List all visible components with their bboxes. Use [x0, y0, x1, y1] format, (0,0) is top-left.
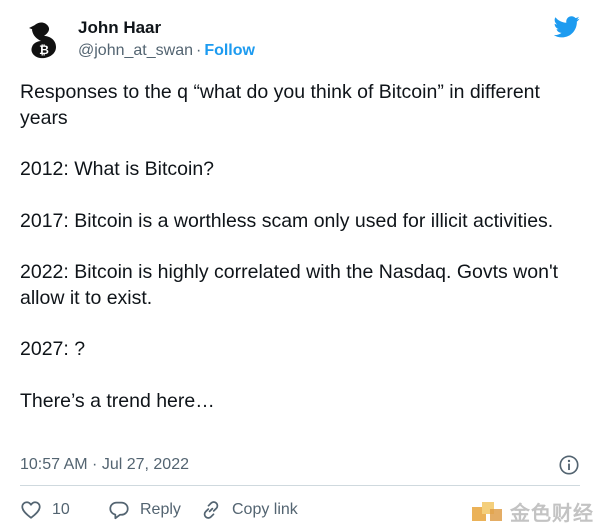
heart-icon [21, 501, 41, 519]
watermark: 金色财经 [472, 497, 594, 526]
author-handle[interactable]: @john_at_swan [78, 42, 193, 59]
tweet-timestamp[interactable]: 10:57 AM · Jul 27, 2022 [20, 456, 189, 474]
tweet-paragraph: 2012: What is Bitcoin? [20, 158, 215, 180]
jinse-logo-icon [472, 501, 502, 521]
tweet-paragraph: 2017: Bitcoin is a worthless scam only u… [20, 209, 554, 232]
like-count: 10 [52, 501, 70, 518]
reply-bubble-icon [109, 501, 129, 520]
twitter-bird-icon[interactable] [554, 16, 580, 38]
author-handle-line: @john_at_swan · Follow [78, 42, 255, 60]
copy-link-button[interactable]: Copy link [200, 497, 298, 523]
tweet-paragraph: There’s a trend here… [20, 389, 215, 412]
copy-link-label: Copy link [232, 501, 298, 518]
info-icon[interactable] [558, 454, 580, 476]
swan-bitcoin-avatar-icon: ₿ [20, 14, 68, 62]
tweet-paragraph: 2022: Bitcoin is highly correlated with … [20, 261, 559, 309]
avatar[interactable]: ₿ [20, 14, 68, 62]
separator-dot: · [195, 42, 202, 59]
link-icon [203, 501, 219, 519]
author-name[interactable]: John Haar [78, 18, 161, 38]
tweet-header: ₿ John Haar @john_at_swan · Follow [20, 14, 582, 64]
divider [20, 485, 580, 486]
reply-button[interactable]: Reply [108, 497, 181, 523]
svg-text:₿: ₿ [39, 43, 49, 57]
tweet-paragraph: Responses to the q “what do you think of… [20, 81, 540, 129]
tweet-card: ₿ John Haar @john_at_swan · Follow Respons… [0, 0, 600, 532]
reply-label: Reply [140, 501, 181, 518]
follow-button[interactable]: Follow [204, 42, 255, 59]
tweet-text: Responses to the q “what do you think of… [20, 80, 580, 414]
tweet-paragraph: 2027: ? [20, 338, 86, 360]
like-button[interactable]: 10 [20, 497, 70, 523]
watermark-text: 金色财经 [510, 501, 594, 525]
